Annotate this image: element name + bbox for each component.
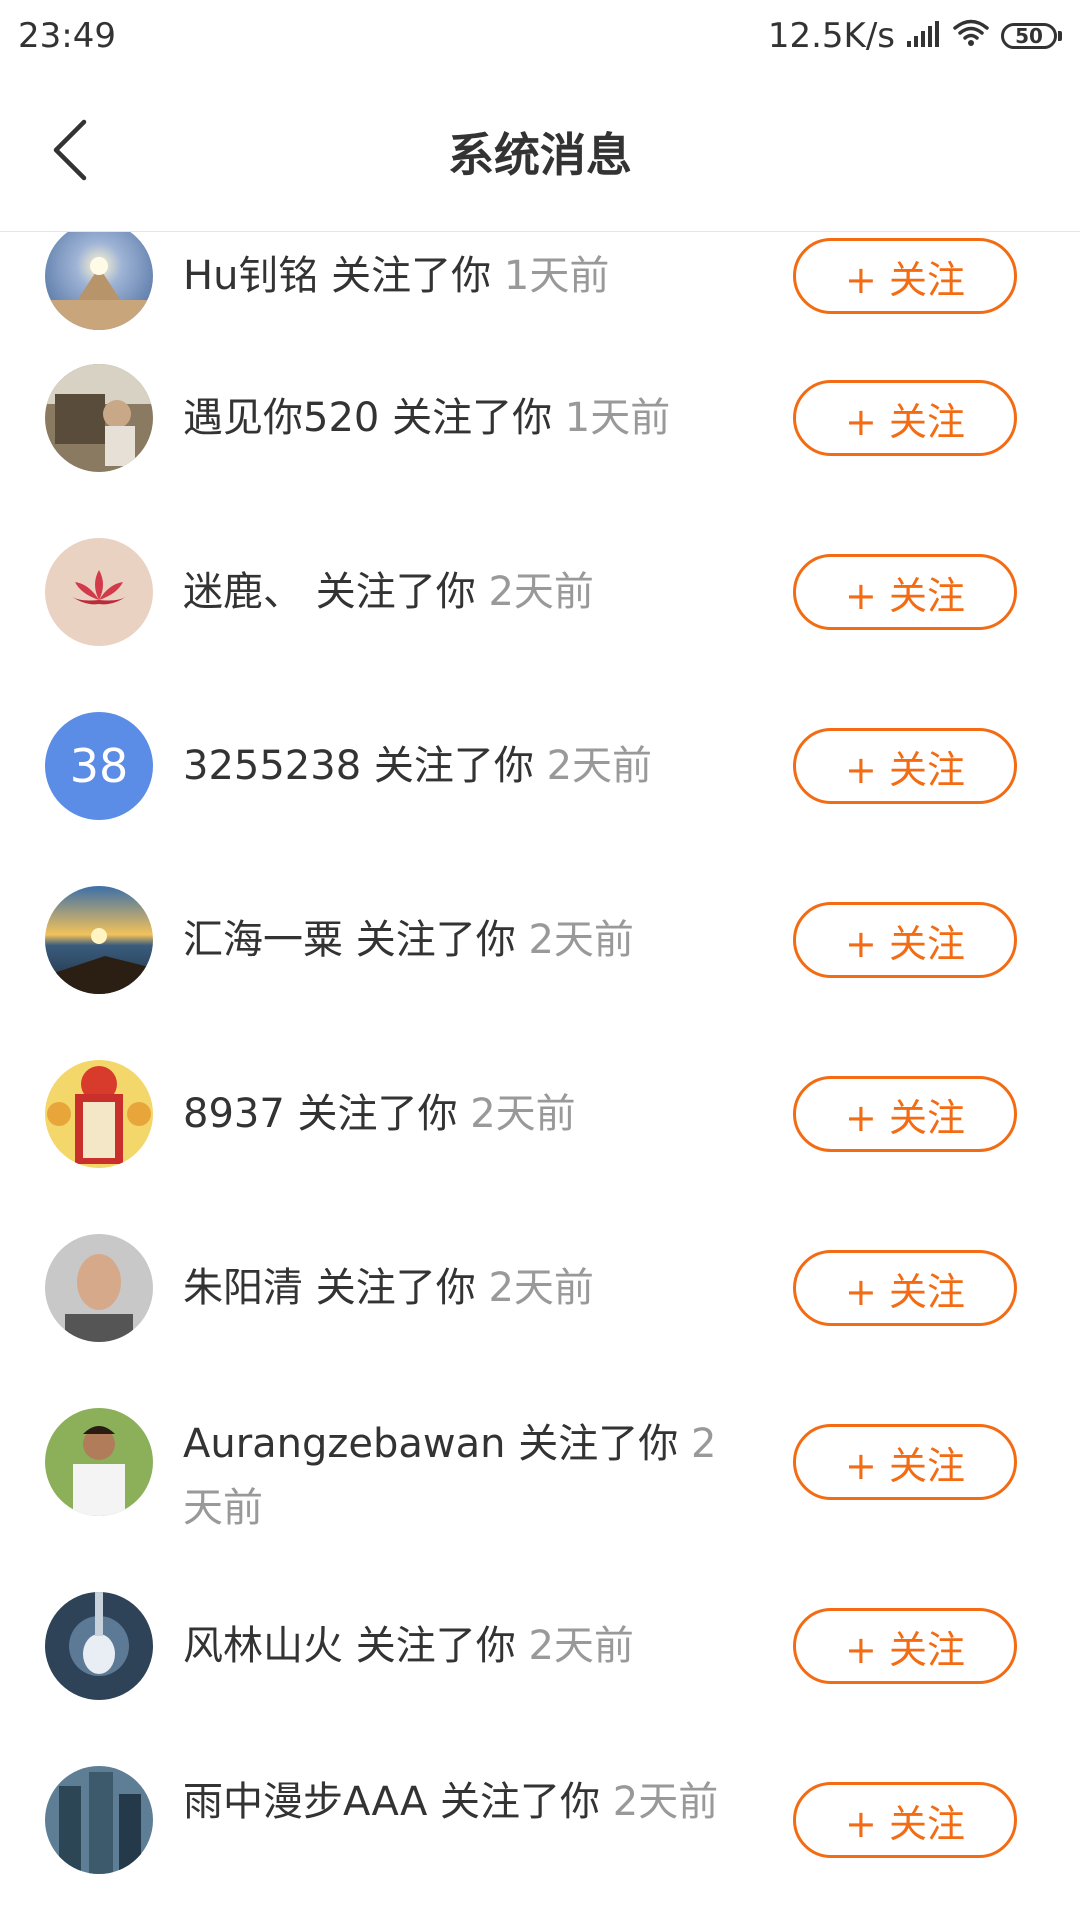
avatar[interactable] (45, 364, 153, 472)
battery-icon: 50 (1001, 23, 1062, 49)
message-text: Hu钊铭 关注了你 1天前 (183, 244, 723, 308)
timestamp: 2天前 (488, 569, 594, 615)
follow-button[interactable]: + 关注 (793, 238, 1017, 314)
action-text: 关注了你 (392, 395, 553, 441)
username[interactable]: Hu钊铭 (183, 253, 318, 299)
battery-tip (1058, 31, 1062, 41)
username[interactable]: 8937 (183, 1091, 285, 1137)
action-text: 关注了你 (297, 1091, 458, 1137)
username[interactable]: 雨中漫步AAA (183, 1779, 427, 1825)
username[interactable]: 遇见你520 (183, 395, 379, 441)
message-text: 3255238 关注了你 2天前 (183, 734, 723, 798)
follow-button[interactable]: + 关注 (793, 1076, 1017, 1152)
avatar[interactable] (45, 1060, 153, 1168)
message-list[interactable]: Hu钊铭 关注了你 1天前 + 关注 遇见你520 关注了你 1天前 + 关注 (0, 232, 1080, 1920)
follow-button[interactable]: + 关注 (793, 1782, 1017, 1858)
battery-level: 50 (1001, 23, 1057, 49)
timestamp: 2天前 (528, 917, 634, 963)
timestamp: 1天前 (503, 253, 610, 299)
action-text: 关注了你 (518, 1421, 679, 1467)
username[interactable]: 风林山火 (183, 1623, 343, 1669)
avatar[interactable] (45, 232, 153, 330)
follow-button[interactable]: + 关注 (793, 1608, 1017, 1684)
avatar[interactable] (45, 1408, 153, 1516)
network-speed: 12.5K/s (767, 16, 895, 56)
timestamp: 2天前 (546, 743, 653, 789)
action-text: 关注了你 (315, 1265, 476, 1311)
username[interactable]: Aurangzebawan (183, 1421, 506, 1467)
message-text: 8937 关注了你 2天前 (183, 1082, 723, 1146)
action-text: 关注了你 (355, 917, 516, 963)
message-text: 朱阳清 关注了你 2天前 (183, 1256, 723, 1320)
avatar[interactable]: 38 (45, 712, 153, 820)
page-title: 系统消息 (448, 127, 632, 182)
username[interactable]: 迷鹿、 (183, 569, 303, 615)
message-text: 迷鹿、 关注了你 2天前 (183, 560, 723, 624)
follow-button[interactable]: + 关注 (793, 1250, 1017, 1326)
action-text: 关注了你 (440, 1779, 601, 1825)
status-indicators: 12.5K/s 50 (768, 16, 1062, 56)
status-bar: 23:49 12.5K/s 50 (0, 0, 1080, 72)
username[interactable]: 朱阳清 (183, 1265, 303, 1311)
timestamp: 2天前 (612, 1779, 719, 1825)
follow-button[interactable]: + 关注 (793, 380, 1017, 456)
message-text: 汇海一粟 关注了你 2天前 (183, 908, 723, 972)
action-text: 关注了你 (331, 253, 492, 299)
action-text: 关注了你 (315, 569, 476, 615)
status-time: 23:49 (18, 16, 116, 56)
follow-button[interactable]: + 关注 (793, 1424, 1017, 1500)
message-text: 雨中漫步AAA 关注了你 2天前 (183, 1770, 723, 1834)
back-button[interactable] (30, 110, 110, 190)
timestamp: 2天前 (488, 1265, 594, 1311)
avatar[interactable] (45, 538, 153, 646)
wifi-icon (953, 16, 989, 56)
signal-icon (907, 16, 941, 56)
avatar-initials: 38 (45, 712, 153, 820)
avatar[interactable] (45, 1766, 153, 1874)
chevron-left-icon (53, 119, 87, 181)
action-text: 关注了你 (355, 1623, 516, 1669)
message-text: 遇见你520 关注了你 1天前 (183, 386, 723, 450)
timestamp: 2天前 (528, 1623, 634, 1669)
username[interactable]: 3255238 (183, 743, 361, 789)
username[interactable]: 汇海一粟 (183, 917, 343, 963)
action-text: 关注了你 (373, 743, 534, 789)
avatar[interactable] (45, 1592, 153, 1700)
message-text: Aurangzebawan 关注了你 2天前 (183, 1412, 723, 1540)
avatar[interactable] (45, 1234, 153, 1342)
timestamp: 2天前 (470, 1091, 576, 1137)
avatar[interactable] (45, 886, 153, 994)
navigation-bar: 系统消息 (0, 72, 1080, 232)
follow-button[interactable]: + 关注 (793, 728, 1017, 804)
follow-button[interactable]: + 关注 (793, 554, 1017, 630)
follow-button[interactable]: + 关注 (793, 902, 1017, 978)
timestamp: 1天前 (564, 395, 671, 441)
message-text: 风林山火 关注了你 2天前 (183, 1614, 723, 1678)
